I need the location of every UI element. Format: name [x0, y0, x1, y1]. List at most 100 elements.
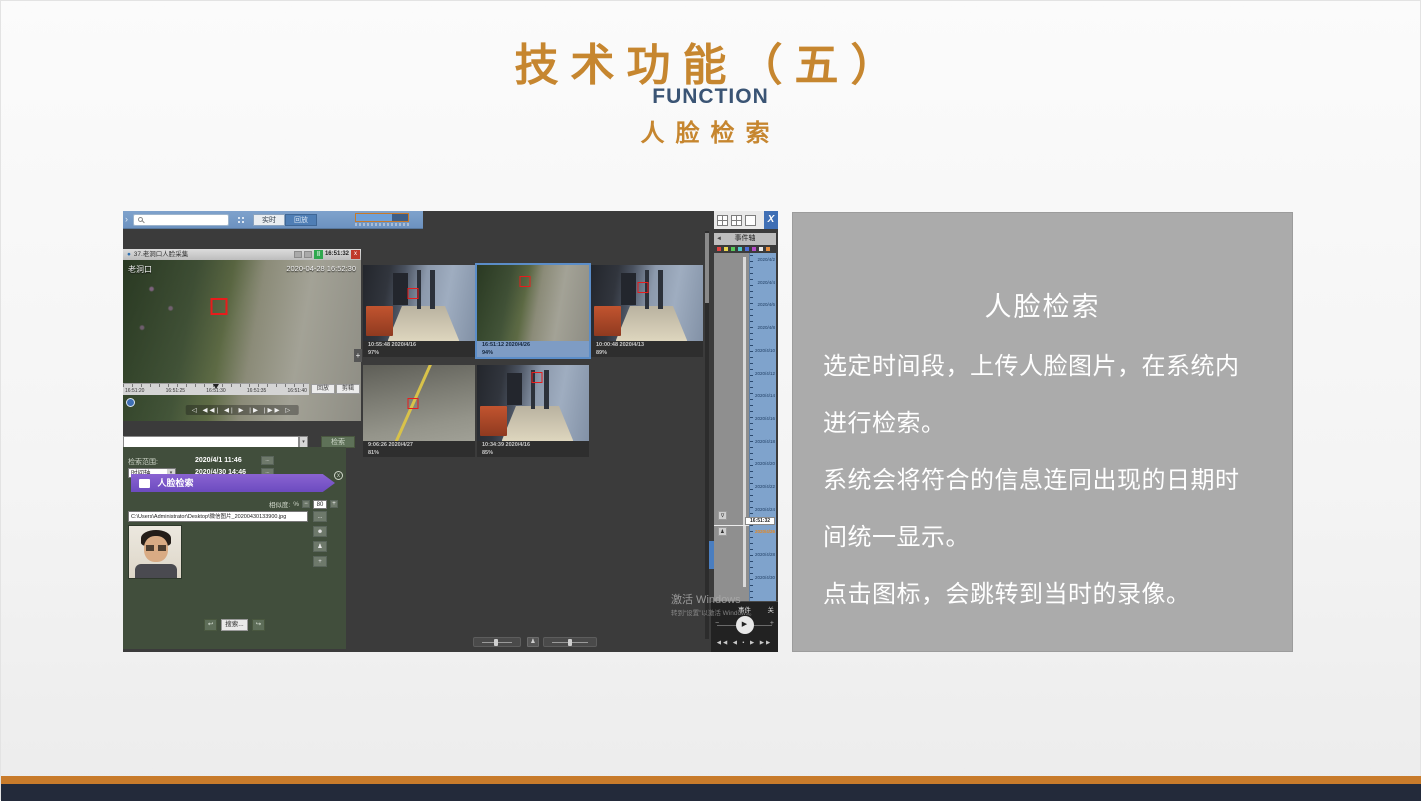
- results-scrollbar[interactable]: [705, 231, 709, 639]
- camera-name-overlay: 老洞口: [128, 264, 152, 275]
- filter-icon[interactable]: ∇: [718, 511, 727, 520]
- similarity-minus-button[interactable]: −: [302, 500, 310, 508]
- range-label: 检索范围:: [128, 457, 158, 467]
- pause-badge-icon[interactable]: ||: [314, 250, 323, 259]
- ruler-time: 16:51:25: [166, 388, 185, 394]
- event-dot-magenta: [752, 247, 756, 251]
- camera-status-icon: ●: [127, 251, 131, 258]
- subtitle-english: FUNCTION: [1, 85, 1420, 109]
- ptz-icon[interactable]: [126, 398, 135, 407]
- event-track-column: [714, 253, 749, 601]
- face-detection-box: [638, 282, 649, 293]
- current-time-marker: 16:51:32: [745, 517, 775, 525]
- similarity-label: 相似度:: [269, 499, 290, 509]
- app-toolbar: › 实时 回放: [123, 211, 423, 229]
- date-label: 2020/4/30: [750, 575, 776, 581]
- date-label: 2020/4/4: [750, 280, 776, 286]
- date-label: 2020/4/24: [750, 507, 776, 513]
- zoom-slider[interactable]: [473, 637, 521, 647]
- info-paragraph: 点击图标，会跳转到当时的录像。: [823, 566, 1262, 623]
- speed-plus-button[interactable]: +: [770, 620, 774, 627]
- back-arrow-button[interactable]: ↩: [204, 619, 217, 631]
- playback-toggle-button[interactable]: 回放: [285, 214, 317, 226]
- live-toggle-button[interactable]: 实时: [253, 214, 285, 226]
- result-score: 94%: [482, 349, 584, 357]
- app-logo-tile: X: [764, 211, 778, 229]
- face-detection-box: [211, 298, 228, 315]
- panel-close-icon[interactable]: x: [334, 471, 343, 480]
- search-more-button[interactable]: 搜索...: [221, 619, 247, 631]
- event-off-toggle[interactable]: 关: [768, 604, 775, 614]
- event-scrollbar[interactable]: [743, 257, 746, 587]
- date-label: 2020/4/28: [750, 552, 776, 558]
- image-path-input[interactable]: C:\Users\Administrator\Desktop\微信图片_2020…: [128, 511, 308, 522]
- info-paragraph: 选定时间段，上传人脸图片，在系统内进行检索。: [823, 338, 1262, 452]
- event-color-legend: [717, 247, 770, 251]
- info-paragraph: 系统会将符合的信息连同出现的日期时间统一显示。: [823, 452, 1262, 566]
- back-chevron-icon[interactable]: ◄: [716, 233, 722, 245]
- uploaded-face-photo: [128, 525, 182, 579]
- storage-gauge-caption: [355, 223, 409, 226]
- add-image-button[interactable]: +: [313, 556, 327, 567]
- layout-grid-icon[interactable]: [717, 215, 728, 226]
- event-dot-green: [731, 247, 735, 251]
- forward-arrow-button[interactable]: ↪: [252, 619, 265, 631]
- clip-button[interactable]: 剪辑: [336, 384, 360, 394]
- layout-buttons: [714, 211, 764, 229]
- panel-time: 16:51:32: [325, 249, 349, 260]
- speed-minus-button[interactable]: −: [715, 620, 719, 627]
- result-time: 10:34:39 2020/4/16: [482, 441, 584, 449]
- banner-title: 人脸检索: [158, 478, 194, 488]
- layout-single-icon[interactable]: [745, 215, 756, 226]
- snapshot-icon[interactable]: [294, 251, 302, 258]
- playback-transport-controls[interactable]: ◁ ◀◀| ◀| ▶ |▶ |▶▶ ▷: [186, 405, 299, 415]
- face-detection-box: [520, 276, 531, 287]
- result-card[interactable]: 9:06:26 2020/4/2781%: [363, 365, 475, 457]
- audio-icon[interactable]: [304, 251, 312, 258]
- video-frame[interactable]: 老洞口 2020-04-28 16:52:30 ◁ ◀◀| ◀| ▶ |▶ |▶…: [123, 260, 361, 421]
- result-time: 10:00:48 2020/4/13: [596, 341, 698, 349]
- replay-button[interactable]: 回放: [311, 384, 335, 394]
- close-video-button[interactable]: x: [351, 250, 360, 259]
- search-icon: [138, 217, 143, 222]
- layout-split-icon[interactable]: [731, 215, 742, 226]
- speed-slider[interactable]: [543, 637, 597, 647]
- expand-plus-button[interactable]: +: [354, 349, 362, 362]
- collapse-chevron-icon[interactable]: ›: [125, 214, 128, 224]
- storage-gauge: [355, 213, 409, 222]
- date-label: 2020/4/12: [750, 371, 776, 377]
- person-filter-button[interactable]: ♟: [527, 637, 539, 647]
- play-button[interactable]: ▶: [736, 616, 754, 634]
- event-dot-blue: [745, 247, 749, 251]
- footer-orange-bar: [1, 776, 1421, 784]
- result-card[interactable]: 10:00:48 2020/4/1389%: [591, 265, 703, 357]
- result-card[interactable]: 10:34:39 2020/4/1685%: [477, 365, 589, 457]
- browse-file-button[interactable]: ...: [313, 511, 327, 522]
- event-dot-orange: [766, 247, 770, 251]
- similarity-plus-button[interactable]: +: [330, 500, 338, 508]
- ruler-time: 16:51:35: [247, 388, 266, 394]
- date-label: 2020/4/18: [750, 439, 776, 445]
- result-card[interactable]: 10:55:48 2020/4/1697%: [363, 265, 475, 357]
- date-label-current: 2020/4/26: [750, 529, 776, 535]
- face-detect-icon[interactable]: ☻: [313, 526, 327, 537]
- ruler-time: 16:51:40: [288, 388, 307, 394]
- add-person-icon[interactable]: ♟: [313, 541, 327, 552]
- search-input[interactable]: [133, 214, 229, 226]
- date-label: 2020/4/8: [750, 325, 776, 331]
- grid-menu-icon[interactable]: [237, 216, 245, 224]
- person-icon[interactable]: ♟: [718, 527, 727, 536]
- start-date-picker-button[interactable]: ...: [261, 456, 274, 465]
- windows-activation-watermark-sub: 转到“设置”以激活 Windows。: [671, 607, 756, 617]
- sidebar-tab[interactable]: [709, 541, 714, 569]
- timeline-ruler[interactable]: 16:51:20 16:51:25 16:51:30 16:51:35 16:5…: [123, 383, 309, 395]
- info-panel-title: 人脸检索: [793, 285, 1292, 324]
- date-labels: 2020/4/2 2020/4/4 2020/4/6 2020/4/8 2020…: [750, 257, 776, 581]
- transport-controls[interactable]: ◀◀ ◀ ▪ ▶ ▶▶: [711, 640, 778, 646]
- page-title: 技术功能（五）: [1, 29, 1420, 93]
- subtitle-chinese: 人脸检索: [1, 113, 1420, 148]
- windows-activation-watermark: 激活 Windows: [671, 591, 741, 607]
- result-card-selected[interactable]: 16:51:12 2020/4/2694%: [477, 265, 589, 357]
- result-score: 85%: [482, 449, 584, 457]
- face-search-panel: 检索范围: 2020/4/1 11:46 2020/4/30 14:46 ...…: [123, 447, 346, 649]
